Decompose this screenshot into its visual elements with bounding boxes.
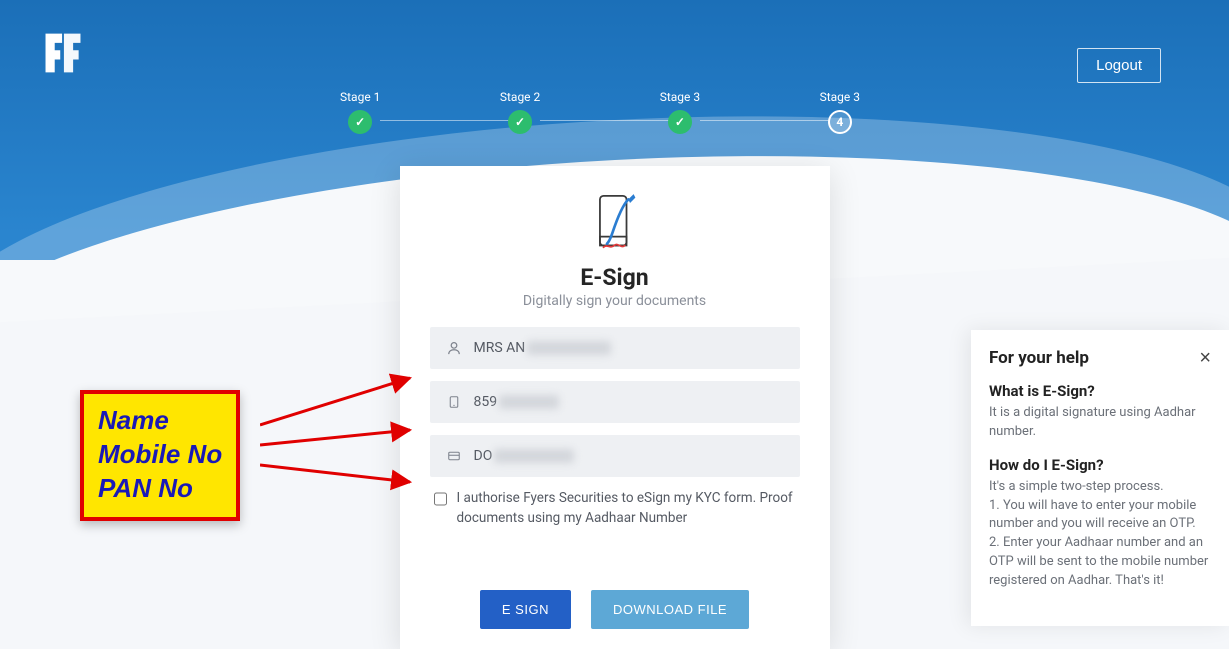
step-label: Stage 3 — [820, 90, 860, 104]
help-answer-2: It's a simple two-step process. 1. You w… — [989, 478, 1211, 591]
step-2: Stage 2 ✓ — [500, 90, 540, 134]
person-icon — [446, 340, 462, 356]
card-icon — [446, 448, 462, 464]
logout-button[interactable]: Logout — [1077, 48, 1161, 83]
step-label: Stage 1 — [340, 90, 380, 104]
authorise-row: I authorise Fyers Securities to eSign my… — [430, 489, 800, 528]
step-3: Stage 3 ✓ — [660, 90, 700, 134]
progress-stepper: Stage 1 ✓ Stage 2 ✓ Stage 3 ✓ Stage 3 4 — [340, 90, 860, 134]
annotation-line-3: PAN No — [98, 472, 222, 506]
step-connector — [540, 120, 670, 121]
step-1: Stage 1 ✓ — [340, 90, 380, 134]
masked-text — [527, 341, 611, 355]
step-circle: 4 — [828, 110, 852, 134]
step-circle: ✓ — [508, 110, 532, 134]
step-connector — [380, 120, 510, 121]
authorise-label: I authorise Fyers Securities to eSign my… — [457, 489, 796, 528]
help-title: For your help — [989, 348, 1089, 368]
pan-field: DO — [430, 435, 800, 477]
annotation-line-1: Name — [98, 404, 222, 438]
help-answer-1: It is a digital signature using Aadhar n… — [989, 404, 1211, 442]
step-connector — [700, 120, 830, 121]
esign-button[interactable]: E SIGN — [480, 590, 571, 629]
name-value: MRS AN — [474, 340, 612, 356]
step-circle: ✓ — [668, 110, 692, 134]
step-label: Stage 2 — [500, 90, 540, 104]
mobile-icon — [446, 394, 462, 410]
step-circle: ✓ — [348, 110, 372, 134]
annotation-line-2: Mobile No — [98, 438, 222, 472]
masked-text — [499, 395, 559, 409]
help-panel: For your help × What is E-Sign? It is a … — [971, 330, 1229, 626]
brand-logo — [40, 30, 86, 80]
masked-text — [494, 449, 574, 463]
help-close-button[interactable]: × — [1199, 348, 1211, 368]
authorise-checkbox[interactable] — [434, 492, 447, 506]
card-subtitle: Digitally sign your documents — [430, 293, 800, 309]
name-field: MRS AN — [430, 327, 800, 369]
mobile-value: 859 — [474, 394, 560, 410]
help-question-1: What is E-Sign? — [989, 382, 1211, 400]
pan-value: DO — [474, 448, 575, 464]
annotation-callout: Name Mobile No PAN No — [80, 390, 240, 521]
esign-card: E-Sign Digitally sign your documents MRS… — [400, 166, 830, 649]
download-button[interactable]: DOWNLOAD FILE — [591, 590, 749, 629]
step-4: Stage 3 4 — [820, 90, 860, 134]
card-title: E-Sign — [430, 264, 800, 291]
logo-icon — [40, 30, 86, 76]
esign-illustration — [430, 192, 800, 260]
step-label: Stage 3 — [660, 90, 700, 104]
mobile-field: 859 — [430, 381, 800, 423]
help-question-2: How do I E-Sign? — [989, 456, 1211, 474]
